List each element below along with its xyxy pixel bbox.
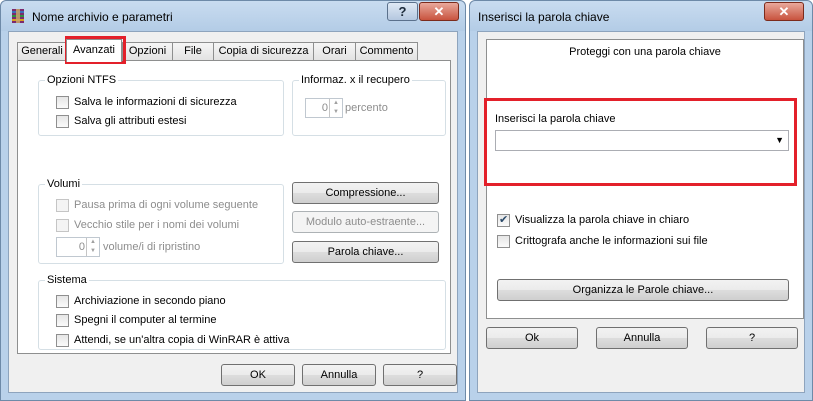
- checkbox-label: Crittografa anche le informazioni sui fi…: [515, 235, 708, 247]
- checkbox-box[interactable]: [497, 235, 510, 248]
- checkbox-box[interactable]: [56, 96, 69, 109]
- recovery-volumes-unit: volume/i di ripristino: [103, 241, 201, 253]
- checkbox-box[interactable]: [56, 199, 69, 212]
- spin-down-icon[interactable]: ▼: [330, 108, 342, 117]
- tab-avanzati[interactable]: Avanzati: [66, 39, 122, 62]
- spinner-arrows[interactable]: ▲ ▼: [86, 238, 99, 256]
- recovery-volumes-value: 0: [78, 241, 85, 253]
- system-label: Sistema: [45, 273, 89, 287]
- close-button[interactable]: ✕: [419, 2, 459, 21]
- recovery-percent-spinner[interactable]: 0 ▲ ▼: [305, 98, 343, 118]
- checkbox-label: Salva gli attributi estesi: [74, 115, 187, 127]
- checkbox-box[interactable]: [56, 334, 69, 347]
- recovery-volumes-spinner[interactable]: 0 ▲ ▼: [56, 237, 100, 257]
- window-title: Inserisci la parola chiave: [478, 10, 610, 24]
- compression-button[interactable]: Compressione...: [292, 182, 439, 204]
- checkbox-box[interactable]: [56, 295, 69, 308]
- checkbox-box[interactable]: [56, 314, 69, 327]
- volumes-group: Volumi Pausa prima di ogni volume seguen…: [38, 177, 284, 264]
- checkbox-box[interactable]: [56, 115, 69, 128]
- ok-button[interactable]: Ok: [486, 327, 578, 349]
- help-title-button[interactable]: ?: [387, 2, 418, 21]
- tab-orari[interactable]: Orari: [313, 42, 356, 61]
- checkbox-label: Pausa prima di ogni volume seguente: [74, 199, 259, 211]
- dialog-header: Proteggi con una parola chiave: [569, 46, 721, 58]
- checkbox-label: Salva le informazioni di sicurezza: [74, 96, 237, 108]
- winrar-icon: [12, 9, 24, 23]
- title-bar[interactable]: Inserisci la parola chiave ✕: [470, 1, 812, 31]
- cancel-button[interactable]: Annulla: [596, 327, 688, 349]
- checkbox-box[interactable]: [497, 213, 510, 227]
- sfx-module-button[interactable]: Modulo auto-estraente...: [292, 211, 439, 233]
- password-panel: Proteggi con una parola chiave Inserisci…: [486, 39, 804, 319]
- dropdown-arrow-icon[interactable]: ▼: [775, 135, 784, 145]
- cancel-button[interactable]: Annulla: [302, 364, 376, 386]
- checkbox-box[interactable]: [56, 219, 69, 232]
- help-button[interactable]: ?: [383, 364, 457, 386]
- checkbox-label: Vecchio stile per i nomi dei volumi: [74, 219, 240, 231]
- tab-opzioni[interactable]: Opzioni: [122, 42, 173, 61]
- recovery-percent-unit: percento: [345, 102, 388, 114]
- spin-down-icon[interactable]: ▼: [87, 247, 99, 256]
- volumes-label: Volumi: [45, 177, 83, 191]
- dialog-body: Generali Avanzati Opzioni File Copia di …: [8, 31, 458, 393]
- tab-generali[interactable]: Generali: [17, 42, 67, 61]
- archive-name-and-parameters-window: Nome archivio e parametri ? ✕ Generali A…: [0, 0, 466, 401]
- checkbox-label: Visualizza la parola chiave in chiaro: [515, 214, 690, 226]
- close-button[interactable]: ✕: [764, 2, 804, 21]
- password-field-label: Inserisci la parola chiave: [495, 113, 616, 125]
- organize-passwords-button[interactable]: Organizza le Parole chiave...: [497, 279, 789, 301]
- title-bar[interactable]: Nome archivio e parametri ? ✕: [1, 1, 465, 31]
- password-combobox[interactable]: ▼: [495, 130, 789, 151]
- help-button[interactable]: ?: [706, 327, 798, 349]
- ok-button[interactable]: OK: [221, 364, 295, 386]
- spinner-arrows[interactable]: ▲ ▼: [329, 99, 342, 117]
- spin-up-icon[interactable]: ▲: [87, 238, 99, 247]
- checkbox-label: Archiviazione in secondo piano: [74, 295, 226, 307]
- close-icon: ✕: [433, 4, 445, 19]
- checkbox-label: Spegni il computer al termine: [74, 314, 217, 326]
- system-group: Sistema Archiviazione in secondo piano S…: [38, 273, 446, 350]
- dialog-body: Proteggi con una parola chiave Inserisci…: [477, 31, 805, 393]
- set-password-button[interactable]: Parola chiave...: [292, 241, 439, 263]
- tab-commento[interactable]: Commento: [355, 42, 418, 61]
- advanced-tab-panel: Opzioni NTFS Salva le informazioni di si…: [17, 60, 451, 354]
- ntfs-options-label: Opzioni NTFS: [45, 73, 119, 87]
- window-title: Nome archivio e parametri: [32, 10, 173, 24]
- enter-password-window: Inserisci la parola chiave ✕ Proteggi co…: [469, 0, 813, 401]
- tab-copia-di-sicurezza[interactable]: Copia di sicurezza: [213, 42, 314, 61]
- recovery-record-label: Informaz. x il recupero: [299, 73, 412, 87]
- ntfs-options-group: Opzioni NTFS Salva le informazioni di si…: [38, 73, 284, 136]
- recovery-percent-value: 0: [321, 102, 328, 114]
- checkbox-label: Attendi, se un'altra copia di WinRAR è a…: [74, 334, 290, 346]
- spin-up-icon[interactable]: ▲: [330, 99, 342, 108]
- recovery-record-group: Informaz. x il recupero 0 ▲ ▼ percento: [292, 73, 446, 136]
- close-icon: ✕: [778, 4, 790, 19]
- tab-file[interactable]: File: [172, 42, 214, 61]
